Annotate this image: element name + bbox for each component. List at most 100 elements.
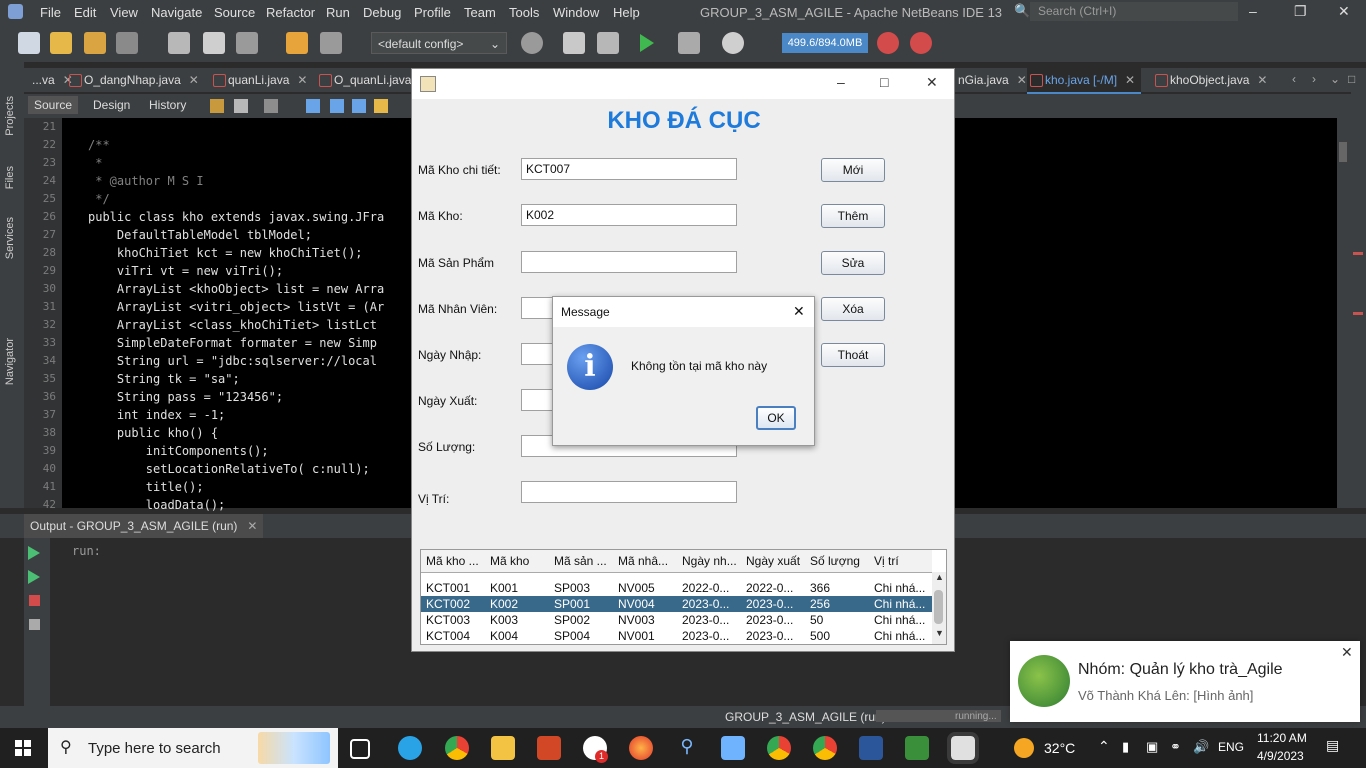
ok-button[interactable]: OK [756,406,796,430]
forward-icon[interactable] [264,99,278,113]
new-project-icon[interactable] [50,32,72,54]
task-view-icon[interactable] [350,739,370,759]
camera-icon[interactable]: ▣ [1146,739,1158,755]
taskbar-search-input[interactable]: ⚲ Type here to search [48,728,338,768]
column-header[interactable]: Vị trí [874,554,899,568]
close-icon[interactable]: ✕ [1338,3,1350,20]
find-next-icon[interactable] [352,99,366,113]
kho-table[interactable]: Mã kho ... Mã kho Mã sản ... Mã nhâ... N… [420,549,947,645]
column-header[interactable]: Mã kho ... [426,554,479,568]
rerun-icon[interactable] [28,546,40,560]
menu-help[interactable]: Help [613,5,640,20]
projects-panel-tab[interactable]: Projects [4,96,16,136]
tab-o-dangnhap[interactable]: O_dangNhap.java ✕ [66,68,199,92]
ide-search-input[interactable]: Search (Ctrl+I) [1030,2,1238,21]
open-project-icon[interactable] [84,32,106,54]
netbeans-task-icon[interactable] [905,736,929,760]
tab-ngia[interactable]: nGia.java ✕ [954,68,1027,92]
close-icon[interactable]: ✕ [1341,644,1353,661]
close-icon[interactable]: ✕ [1125,73,1135,87]
close-icon[interactable]: ✕ [1017,73,1027,87]
scroll-thumb[interactable] [1339,142,1347,162]
zalo-icon[interactable]: 1 [583,736,608,763]
globe-icon[interactable] [521,32,543,54]
input-ma-san-pham[interactable] [521,251,737,273]
chrome-profile-icon[interactable] [767,736,791,760]
sua-button[interactable]: Sửa [821,251,885,275]
close-icon[interactable]: ✕ [793,303,805,320]
chrome-icon[interactable] [445,736,469,760]
menu-refactor[interactable]: Refactor [266,5,315,20]
tab-design[interactable]: Design [93,98,130,112]
services-panel-tab[interactable]: Services [4,217,16,259]
tab-o-quanli[interactable]: O_quanLi.java [316,68,411,92]
menu-run[interactable]: Run [326,5,350,20]
tab-khoobject[interactable]: khoObject.java ✕ [1152,68,1267,92]
new-file-icon[interactable] [18,32,40,54]
them-button[interactable]: Thêm [821,204,885,228]
build-icon[interactable] [563,32,585,54]
profile-icon[interactable] [722,32,744,54]
find-icon[interactable] [306,99,320,113]
menu-source[interactable]: Source [214,5,255,20]
java-app-task-icon[interactable] [947,732,979,764]
chevron-up-icon[interactable]: ⌃ [1098,738,1110,755]
windows-start-icon[interactable] [15,740,31,756]
editor-scrollbar[interactable] [1337,118,1351,508]
virtualbox-icon[interactable] [721,736,745,760]
gc-alt-icon[interactable] [910,32,932,54]
powerpoint-icon[interactable] [537,736,561,760]
menu-file[interactable]: File [40,5,61,20]
toggle-highlight-icon[interactable] [374,99,388,113]
moi-button[interactable]: Mới [821,158,885,182]
rerun-with-params-icon[interactable] [28,570,40,584]
cut-icon[interactable] [168,32,190,54]
maximize-icon[interactable]: □ [880,74,888,90]
chrome-profile-d-icon[interactable] [813,736,837,760]
history-icon[interactable] [210,99,224,113]
file-explorer-icon[interactable] [491,736,515,760]
input-vi-tri[interactable] [521,481,737,503]
settings-icon[interactable] [29,619,40,630]
chat-notification[interactable]: Nhóm: Quản lý kho trà_Agile Võ Thành Khá… [1010,641,1360,722]
edge-icon[interactable] [398,736,422,760]
menu-profile[interactable]: Profile [414,5,451,20]
xoa-button[interactable]: Xóa [821,297,885,321]
table-row[interactable]: KCT003 K003 SP002 NV003 2023-0... 2023-0... 50… [421,612,932,628]
config-select[interactable]: <default config> ⌄ [371,32,507,54]
close-icon[interactable]: ✕ [189,73,199,87]
menu-view[interactable]: View [110,5,138,20]
menu-edit[interactable]: Edit [74,5,96,20]
table-row[interactable]: KCT002 K002 SP001 NV004 2023-0... 2023-0... 25… [421,596,932,612]
input-ma-kho-chi-tiet[interactable]: KCT007 [521,158,737,180]
navigator-panel-tab[interactable]: Navigator [4,338,16,385]
restore-icon[interactable]: ❐ [1294,3,1307,20]
save-all-icon[interactable] [116,32,138,54]
tab-source[interactable]: Source [28,96,79,114]
scroll-up-icon[interactable]: ▲ [935,572,944,582]
table-scrollbar[interactable]: ▲ ▼ [932,572,946,644]
menu-tools[interactable]: Tools [509,5,539,20]
battery-icon[interactable]: ▮ [1122,739,1129,755]
status-project[interactable]: GROUP_3_ASM_AGILE (run) [725,710,886,724]
thoat-button[interactable]: Thoát [821,343,885,367]
memory-indicator[interactable]: 499.6/894.0MB [782,33,868,53]
menu-team[interactable]: Team [464,5,496,20]
word-icon[interactable] [859,736,883,760]
input-ma-kho[interactable]: K002 [521,204,737,226]
language-indicator[interactable]: ENG [1218,740,1244,754]
output-tab[interactable]: Output - GROUP_3_ASM_AGILE (run) ✕ [24,514,264,538]
find-prev-icon[interactable] [330,99,344,113]
menu-window[interactable]: Window [553,5,599,20]
debug-icon[interactable] [678,32,700,54]
undo-icon[interactable] [286,32,308,54]
column-header[interactable]: Số lượng [810,554,860,568]
chevron-right-icon[interactable]: › [1312,72,1316,86]
close-icon[interactable]: ✕ [247,519,257,533]
column-header[interactable]: Ngày xuất [746,554,800,568]
gc-icon[interactable] [877,32,899,54]
error-marker[interactable] [1353,312,1363,315]
menu-debug[interactable]: Debug [363,5,401,20]
column-header[interactable]: Mã kho [490,554,529,568]
tab-kho-active[interactable]: kho.java [-/M] ✕ [1027,68,1142,94]
